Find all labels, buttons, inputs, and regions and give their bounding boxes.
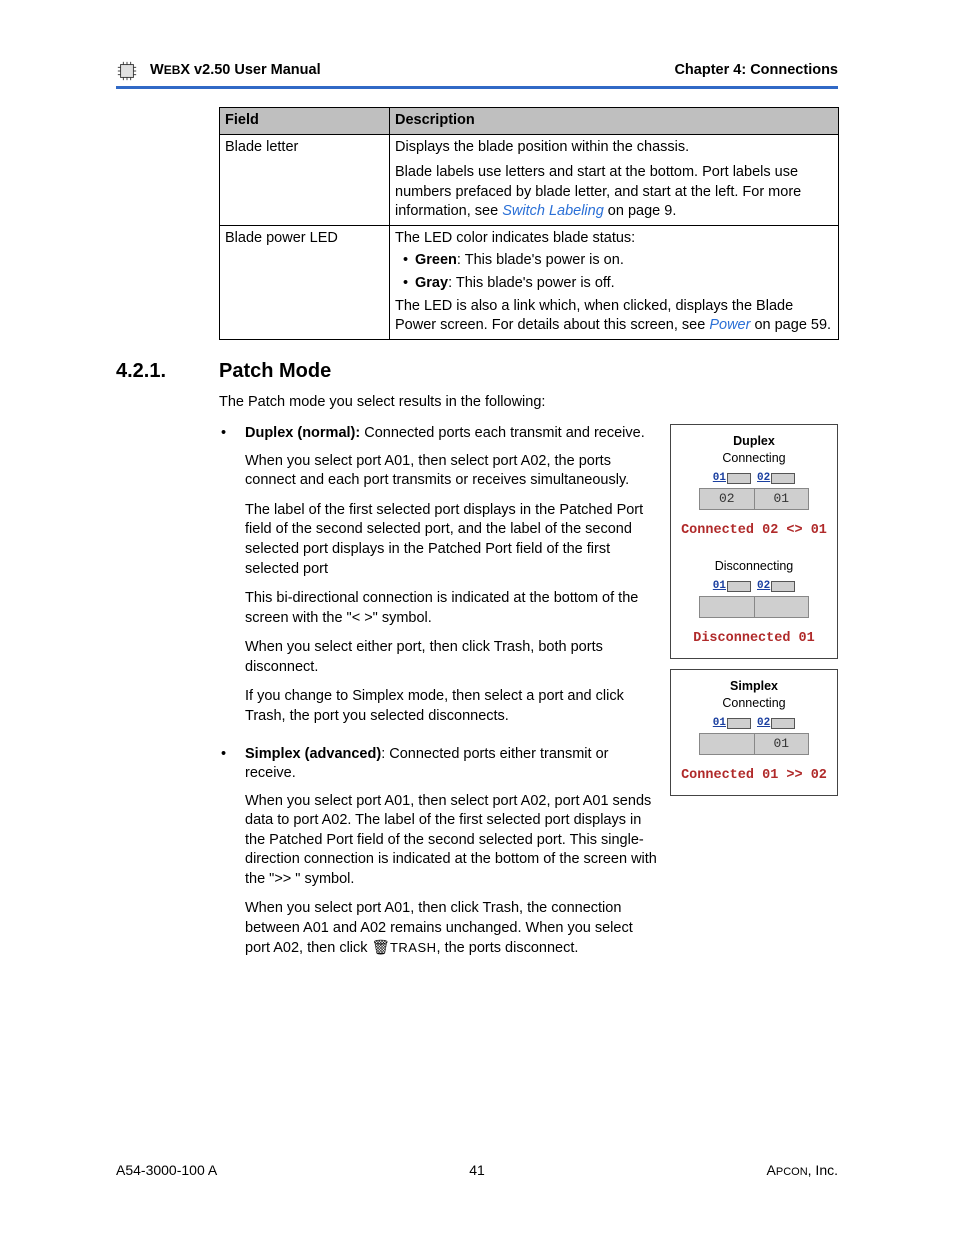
header-left: WEBX v2.50 User Manual [150,61,674,81]
status-text: Connected 02 <> 01 [679,522,829,540]
cell-desc: Displays the blade position within the c… [390,134,839,225]
cell-desc: The LED color indicates blade status: • … [390,225,839,339]
fig-subtitle: Connecting [679,695,829,712]
fig-subtitle: Disconnecting [679,558,829,575]
cell-field: Blade power LED [220,225,390,339]
section-intro: The Patch mode you select results in the… [219,393,838,413]
section-number: 4.2.1. [116,358,219,385]
section-title: Patch Mode [219,358,331,385]
table-row: Blade letter Displays the blade position… [220,134,839,225]
th-description: Description [390,108,839,135]
simplex-p3: When you select port A01, then click Tra… [245,899,660,958]
bullet-item: • Green: This blade's power is on. [403,251,833,271]
footer-left: A54-3000-100 A [116,1161,357,1180]
slot-row: 01 [699,733,809,755]
header-right: Chapter 4: Connections [674,61,838,81]
port-label: 02 [757,471,795,486]
duplex-label: Duplex (normal): [245,425,360,441]
duplex-p6: If you change to Simplex mode, then sele… [245,687,660,726]
duplex-p5: When you select either port, then click … [245,638,660,677]
fig-subtitle: Connecting [679,450,829,467]
status-text: Disconnected 01 [679,630,829,648]
fig-title: Simplex [679,678,829,695]
port-label: 01 [713,579,751,594]
th-field: Field [220,108,390,135]
port-label: 01 [713,471,751,486]
status-text: Connected 01 >> 02 [679,767,829,785]
chip-icon [116,60,138,82]
duplex-p4: This bi-directional connection is indica… [245,589,660,628]
bullet-item: • Gray: This blade's power is off. [403,274,833,294]
port-label: 02 [757,579,795,594]
fig-title: Duplex [679,433,829,450]
mode-simplex: • Simplex (advanced): Connected ports ei… [219,745,660,969]
duplex-p2: When you select port A01, then select po… [245,452,660,491]
fields-table: Field Description Blade letter Displays … [219,107,839,340]
simplex-label: Simplex (advanced) [245,746,381,762]
link-switch-labeling[interactable]: Switch Labeling [502,203,604,219]
footer-page-number: 41 [357,1161,598,1180]
trash-icon: 🗑 [372,940,390,956]
table-row: Blade power LED The LED color indicates … [220,225,839,339]
footer-right: APCON, Inc. [597,1161,838,1180]
cell-field: Blade letter [220,134,390,225]
slot-row: 02 01 [699,488,809,510]
figure-simplex: Simplex Connecting 01 02 01 Connected 01… [670,669,838,796]
figure-duplex: Duplex Connecting 01 02 02 01 Connected … [670,424,838,659]
simplex-p2: When you select port A01, then select po… [245,792,660,890]
slot-row [699,596,809,618]
mode-duplex: • Duplex (normal): Connected ports each … [219,424,660,736]
link-power[interactable]: Power [709,317,750,333]
page-footer: A54-3000-100 A 41 APCON, Inc. [116,1161,838,1180]
section-heading: 4.2.1. Patch Mode [116,358,838,385]
duplex-p3: The label of the first selected port dis… [245,501,660,579]
port-label: 02 [757,716,795,731]
port-label: 01 [713,716,751,731]
page-header: WEBX v2.50 User Manual Chapter 4: Connec… [116,60,838,89]
